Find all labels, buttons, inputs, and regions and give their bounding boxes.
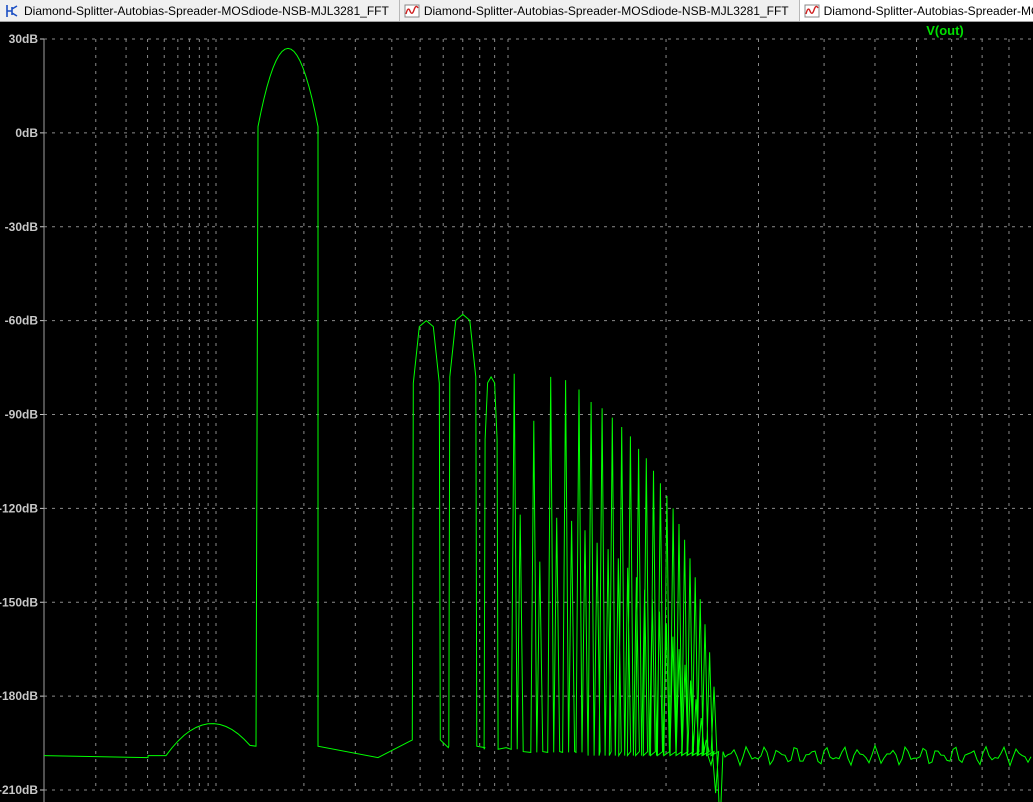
document-tab-bar: Diamond-Splitter-Autobias-Spreader-MOSdi…: [0, 0, 1033, 22]
document-tab-1[interactable]: Diamond-Splitter-Autobias-Spreader-MOSdi…: [0, 0, 400, 21]
y-tick-label: 0dB: [15, 126, 38, 140]
document-tab-2[interactable]: Diamond-Splitter-Autobias-Spreader-MOSdi…: [400, 0, 800, 21]
y-tick-label: -30dB: [5, 220, 39, 234]
schematic-icon: [6, 4, 18, 17]
fft-plot: 30dB 0dB -30dB -60dB -90dB -120dB -150dB -180dB…: [0, 23, 1033, 802]
document-tab-3[interactable]: Diamond-Splitter-Autobias-Spreader-MOSdi…: [799, 0, 1033, 21]
y-tick-label: -150dB: [0, 595, 38, 609]
document-tab-label: Diamond-Splitter-Autobias-Spreader-MOSdi…: [823, 3, 1033, 18]
waveform-icon: [404, 4, 420, 17]
trace-name-label: V(out): [926, 23, 964, 38]
fft-plot-pane[interactable]: 30dB 0dB -30dB -60dB -90dB -120dB -150dB -180dB…: [0, 22, 1033, 802]
y-tick-label: 30dB: [9, 32, 39, 46]
y-tick-label: -180dB: [0, 689, 38, 703]
fft-trace: [43, 47, 1032, 802]
y-tick-label: -90dB: [5, 408, 39, 422]
y-tick-label: -210dB: [0, 783, 38, 797]
document-tab-label: Diamond-Splitter-Autobias-Spreader-MOSdi…: [24, 3, 389, 18]
waveform-icon: [804, 4, 820, 17]
y-tick-label: -120dB: [0, 501, 38, 515]
document-tab-label: Diamond-Splitter-Autobias-Spreader-MOSdi…: [423, 3, 789, 18]
y-tick-label: -60dB: [5, 314, 39, 328]
